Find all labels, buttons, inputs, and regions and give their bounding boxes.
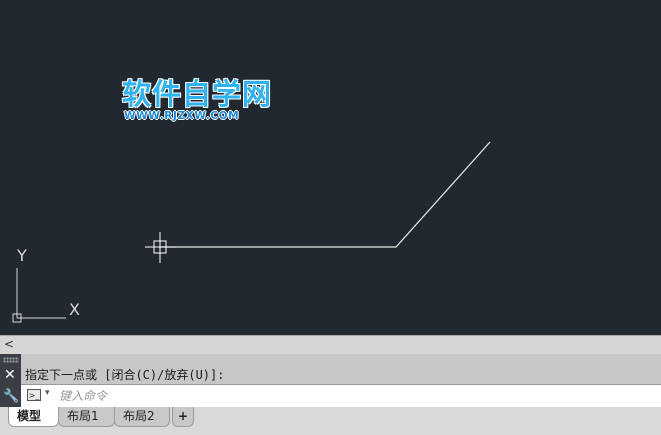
drag-handle-icon[interactable] — [3, 357, 19, 363]
crosshair-cursor-icon — [145, 232, 176, 263]
ucs-icon — [12, 268, 66, 323]
command-input-row[interactable]: >_ ▾ — [21, 384, 661, 407]
customize-wrench-icon[interactable]: 🔧 — [3, 389, 19, 404]
add-layout-button[interactable]: + — [172, 407, 194, 427]
watermark-subtitle: WWW.RJZXW.COM — [124, 110, 240, 122]
command-line-grip[interactable]: ✕ 🔧 — [0, 354, 21, 407]
close-icon[interactable]: ✕ — [4, 367, 16, 383]
command-input[interactable] — [59, 387, 639, 404]
drawing-canvas[interactable]: 软件自学网 WWW.RJZXW.COM Y X — [0, 0, 661, 335]
horizontal-scrollbar[interactable]: < — [0, 335, 661, 354]
scroll-left-icon[interactable]: < — [4, 337, 14, 351]
tab-model[interactable]: 模型 — [8, 407, 59, 427]
drawing-area[interactable] — [0, 0, 661, 335]
polyline[interactable] — [160, 141, 491, 248]
watermark-title: 软件自学网 — [122, 77, 273, 111]
tab-layout2[interactable]: 布局2 — [114, 407, 170, 427]
ucs-x-label: X — [69, 300, 80, 319]
command-prompt-icon[interactable]: >_ — [27, 389, 41, 401]
layout-tab-bar: 模型 布局1 布局2 + — [0, 407, 661, 435]
tab-layout1[interactable]: 布局1 — [58, 407, 115, 427]
chevron-down-icon[interactable]: ▾ — [45, 388, 50, 398]
command-line-panel: ✕ 🔧 指定下一点或 [闭合(C)/放弃(U)]: >_ ▾ — [0, 354, 661, 407]
command-history: 指定下一点或 [闭合(C)/放弃(U)]: — [25, 368, 225, 382]
ucs-y-label: Y — [17, 246, 27, 265]
